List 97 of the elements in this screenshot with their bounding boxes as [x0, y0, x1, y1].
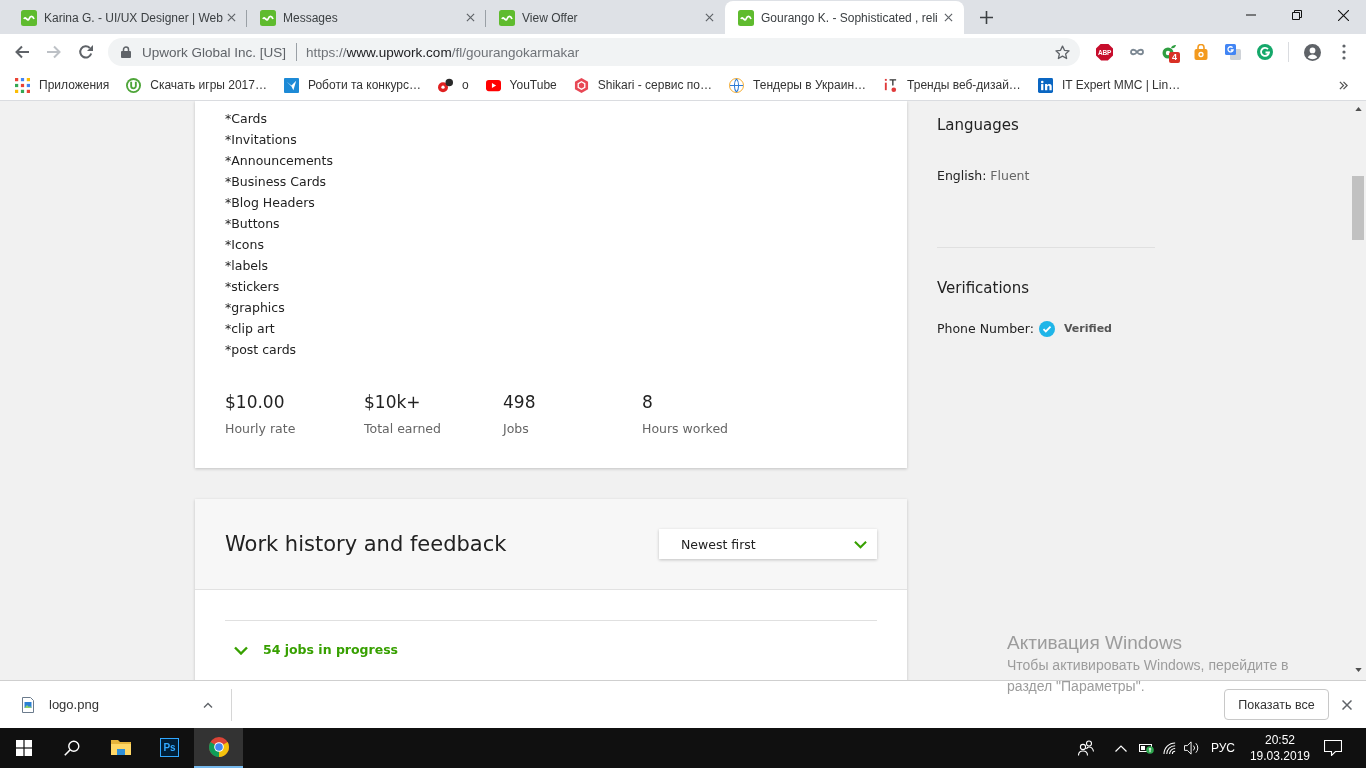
start-icon[interactable]	[16, 740, 32, 756]
wifi-icon[interactable]	[1162, 741, 1178, 755]
browser-tab[interactable]: Messages	[247, 1, 486, 34]
triangle-down-icon[interactable]	[1354, 668, 1362, 672]
tab-favicon-icon	[738, 9, 754, 26]
more-menu-icon[interactable]	[1342, 44, 1346, 60]
service-item: *graphics	[225, 299, 286, 317]
battery-icon[interactable]	[1138, 742, 1155, 754]
bookmark-item[interactable]: Роботи та конкурс…	[283, 77, 421, 93]
bookmark-item[interactable]: Тренды веб-дизай…	[883, 77, 1021, 93]
service-item: *post cards	[225, 341, 298, 359]
stat-label: Jobs	[503, 420, 530, 438]
people-icon[interactable]	[1077, 740, 1094, 756]
notifications-icon[interactable]	[1324, 740, 1342, 756]
service-item: *stickers	[225, 278, 281, 296]
lock-icon	[121, 46, 131, 58]
service-item: *Cards	[225, 110, 268, 128]
back-icon[interactable]	[14, 44, 30, 60]
bookmark-item[interactable]: Тендеры в Украин…	[729, 77, 867, 93]
language-entry: English: Fluent	[937, 167, 1031, 185]
hexagon-icon	[573, 77, 589, 93]
verification-label: Phone Number:	[937, 320, 1034, 338]
close-icon[interactable]	[1342, 699, 1352, 710]
account-icon[interactable]	[1304, 43, 1321, 61]
service-item: *Blog Headers	[225, 194, 316, 212]
bookmark-item[interactable]: Приложения	[15, 77, 110, 93]
stat-label: Total earned	[364, 420, 442, 438]
activation-title: Активация Windows	[1007, 631, 1184, 655]
service-item: *Buttons	[225, 215, 281, 233]
section-title: Verifications	[937, 278, 1031, 298]
play-icon	[485, 77, 501, 93]
restore-icon[interactable]	[1292, 10, 1302, 20]
service-item: *clip art	[225, 320, 276, 338]
taskbar-app-button[interactable]: Ps	[145, 728, 194, 768]
section-heading: Work history and feedback	[225, 532, 507, 556]
scrollbar-thumb[interactable]	[1352, 176, 1364, 240]
close-tab-icon[interactable]	[466, 13, 475, 22]
chevron-down-icon	[234, 645, 248, 655]
speaker-icon[interactable]	[1183, 741, 1201, 755]
bookmark-item[interactable]: Скачать игры 2017…	[126, 77, 267, 93]
address-field[interactable]: Upwork Global Inc. [US] https://www.upwork.com/fl/gourangokarmakar	[108, 38, 1080, 66]
notification-badge: 4	[1169, 52, 1180, 63]
tab-favicon-icon	[260, 9, 276, 26]
search-icon[interactable]	[64, 740, 80, 756]
section-title: Languages	[937, 115, 1020, 135]
chevron-double-right-icon[interactable]	[1339, 80, 1348, 90]
triangle-up-icon[interactable]	[1354, 107, 1362, 111]
bookmark-item[interactable]: о	[437, 77, 469, 93]
stat-value: 8	[642, 391, 654, 413]
site-identity-chip[interactable]: Upwork Global Inc. [US]	[142, 44, 287, 60]
bookmark-item[interactable]: YouTube	[485, 77, 557, 93]
marker-icon	[883, 77, 899, 93]
stat-value: $10.00	[225, 391, 286, 413]
image-file-icon	[22, 696, 34, 713]
tab-favicon-icon	[21, 9, 37, 26]
circle-arrow-icon	[126, 77, 142, 93]
bookmark-item[interactable]: Shikari - сервис по…	[573, 77, 713, 93]
browser-logo-icon	[208, 737, 229, 757]
g-circle-icon[interactable]	[1257, 44, 1273, 60]
stat-value: 498	[503, 391, 537, 413]
clock-date[interactable]: 19.03.2019	[1249, 748, 1310, 764]
service-item: *Icons	[225, 236, 265, 254]
tab-favicon-icon	[499, 9, 515, 26]
translate-icon[interactable]	[1225, 44, 1241, 60]
browser-tab[interactable]: Karina G. - UI/UX Designer | Web	[8, 1, 247, 34]
verification-status: Verified	[1063, 321, 1112, 337]
apps-grid-icon	[15, 77, 30, 93]
stat-label: Hourly rate	[225, 420, 297, 438]
browser-tab[interactable]: Gourango K. - Sophisticated , reli	[725, 1, 964, 34]
service-item: *Business Cards	[225, 173, 328, 191]
chevron-down-icon	[854, 539, 867, 549]
globe-icon	[729, 77, 745, 93]
service-item: *Announcements	[225, 152, 334, 170]
reload-icon[interactable]	[78, 44, 94, 60]
bookmark-item[interactable]: IT Expert MMC | Lin…	[1037, 77, 1181, 93]
show-all-button[interactable]: Показать все	[1224, 689, 1329, 720]
browser-tab[interactable]: View Offer	[486, 1, 725, 34]
star-icon[interactable]	[1055, 44, 1070, 60]
folder-icon	[110, 739, 131, 755]
service-item: *labels	[225, 257, 269, 275]
new-tab-icon[interactable]	[980, 10, 993, 24]
sort-dropdown[interactable]: Newest first	[659, 529, 877, 559]
download-item[interactable]: logo.png	[0, 688, 232, 721]
stat-value: $10k+	[364, 391, 422, 413]
circle-badge-icon	[437, 77, 453, 93]
close-tab-icon[interactable]	[705, 13, 714, 22]
close-icon[interactable]	[1337, 9, 1349, 21]
in-logo-icon	[1037, 77, 1053, 93]
close-tab-icon[interactable]	[944, 13, 953, 22]
input-language-button[interactable]: РУС	[1210, 741, 1235, 755]
taskbar-app-button[interactable]	[194, 728, 243, 768]
ps-app-tile: Ps	[160, 737, 179, 757]
bird-icon	[283, 77, 299, 93]
service-item: *Invitations	[225, 131, 298, 149]
clock-time[interactable]: 20:52	[1264, 732, 1295, 748]
close-tab-icon[interactable]	[227, 13, 236, 22]
stat-label: Hours worked	[642, 420, 730, 438]
